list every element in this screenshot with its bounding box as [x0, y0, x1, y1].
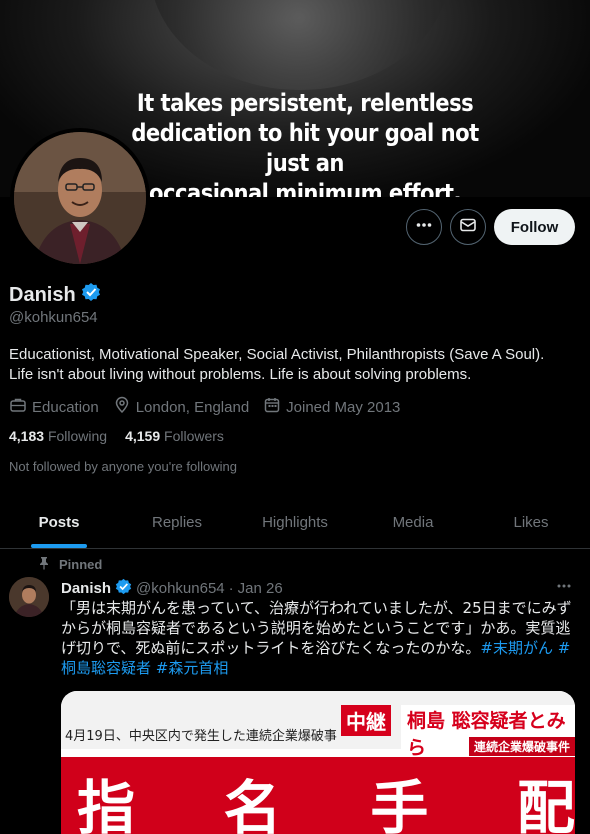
- media-big-char: 指: [77, 774, 138, 834]
- verified-badge-icon: [81, 282, 101, 308]
- followers-count: 4,159: [125, 428, 161, 444]
- media-incident-tag: 連続企業爆破事件: [469, 737, 575, 756]
- location-pin-icon: [113, 396, 131, 418]
- bio-line: Life isn't about living without problems…: [9, 366, 472, 383]
- profile-bio: Educationist, Motivational Speaker, Soci…: [9, 345, 584, 385]
- media-live-tag: 中継: [341, 705, 391, 736]
- profile-tabs: Posts Replies Highlights Media Likes: [0, 496, 590, 549]
- pinned-indicator: Pinned: [38, 556, 102, 573]
- profile-meta: Education London, England Joined May 201…: [9, 396, 400, 418]
- post-author-name[interactable]: Danish: [61, 580, 111, 597]
- following-label: Following: [47, 428, 108, 444]
- not-followed-note: Not followed by anyone you're following: [9, 459, 237, 474]
- post-header: Danish @kohkun654 · Jan 26: [61, 578, 283, 599]
- pin-icon: [38, 556, 50, 573]
- post-separator: ·: [228, 580, 234, 597]
- post-avatar[interactable]: [9, 577, 49, 617]
- post-more-icon[interactable]: [556, 578, 572, 598]
- envelope-icon: [459, 216, 477, 239]
- profile-joined: Joined May 2013: [263, 396, 400, 418]
- follow-button[interactable]: Follow: [494, 209, 575, 245]
- tab-highlights[interactable]: Highlights: [236, 496, 354, 548]
- bio-line: Educationist, Motivational Speaker, Soci…: [9, 346, 545, 363]
- tab-replies[interactable]: Replies: [118, 496, 236, 548]
- message-button[interactable]: [450, 209, 486, 245]
- more-options-button[interactable]: [406, 209, 442, 245]
- banner-quote-line: occasional minimum effort.: [149, 179, 461, 197]
- media-big-char: 配: [516, 774, 575, 834]
- profile-category: Education: [9, 396, 99, 418]
- hashtag-link[interactable]: #森元首相: [156, 659, 229, 677]
- verified-badge-icon: [115, 578, 132, 599]
- banner-quote: It takes persistent, relentless dedicati…: [116, 88, 494, 197]
- hashtag-link[interactable]: #末期がん: [480, 639, 553, 657]
- followers-label: Followers: [164, 428, 224, 444]
- profile-handle: @kohkun654: [9, 309, 98, 326]
- briefcase-icon: [9, 396, 27, 418]
- media-subline: 4月19日、中央区内で発生した連続企業爆破事: [65, 729, 337, 744]
- avatar-image: [14, 132, 146, 264]
- media-big-char: 手: [370, 774, 431, 834]
- profile-name: Danish: [9, 282, 101, 308]
- media-big-char: 名: [223, 774, 284, 834]
- followers-link[interactable]: 4,159 Followers: [125, 428, 224, 444]
- following-link[interactable]: 4,183 Following: [9, 428, 107, 444]
- banner-quote-line: dedication to hit your goal not just an: [131, 119, 479, 177]
- tab-likes[interactable]: Likes: [472, 496, 590, 548]
- profile-name-text: Danish: [9, 283, 76, 306]
- post-text: 「男は末期がんを患っていて、治療が行われていましたが、25日までにみずからが桐島…: [61, 598, 579, 678]
- calendar-icon: [263, 396, 281, 418]
- banner-quote-line: It takes persistent, relentless: [136, 89, 474, 117]
- post-media-image[interactable]: 4月19日、中央区内で発生した連続企業爆破事 中継 桐島 聡容疑者とみら 連続企…: [61, 691, 575, 834]
- more-dots-icon: [415, 216, 433, 239]
- post-author-handle[interactable]: @kohkun654: [136, 580, 225, 597]
- post-date[interactable]: Jan 26: [238, 580, 283, 597]
- profile-location: London, England: [113, 396, 249, 418]
- pinned-label: Pinned: [59, 557, 103, 572]
- media-big-caption: 指 名 手 配: [77, 761, 575, 834]
- joined-text: Joined May 2013: [286, 398, 401, 416]
- category-text: Education: [32, 398, 99, 416]
- following-count: 4,183: [9, 428, 45, 444]
- tab-posts[interactable]: Posts: [0, 496, 118, 548]
- location-text: London, England: [135, 398, 250, 416]
- profile-stats: 4,183 Following 4,159 Followers: [9, 428, 224, 444]
- profile-avatar[interactable]: [10, 128, 150, 268]
- tab-media[interactable]: Media: [354, 496, 472, 548]
- banner-ball-image: [150, 0, 450, 90]
